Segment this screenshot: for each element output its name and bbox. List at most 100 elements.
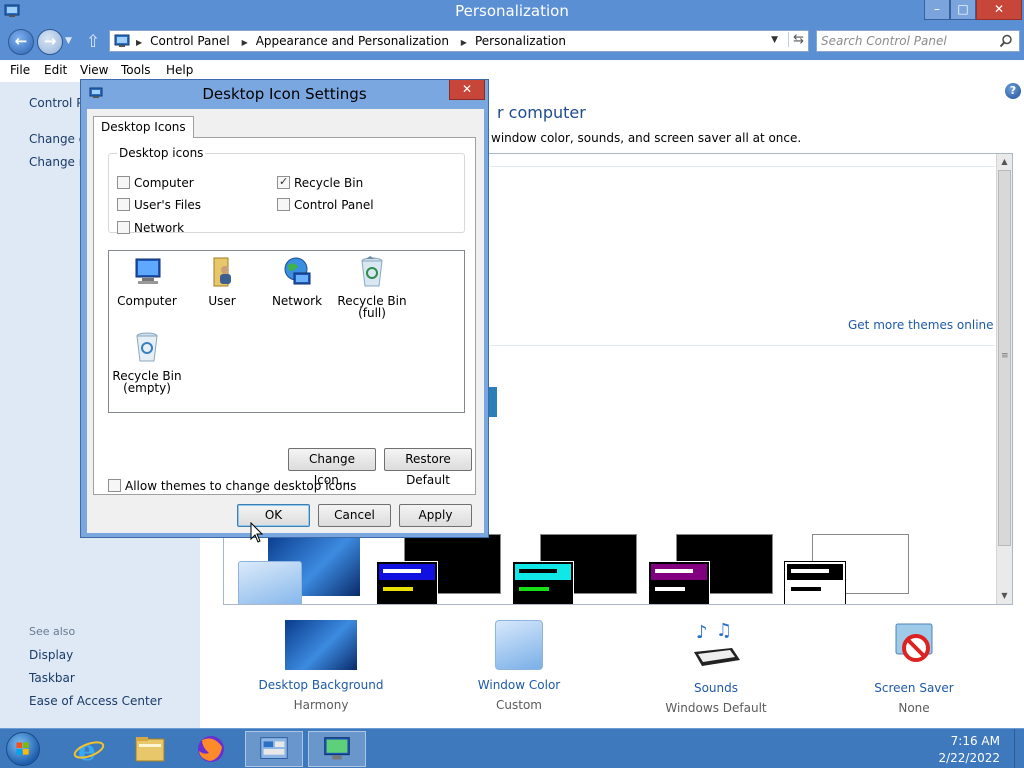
theme-harmony-window-preview [238, 561, 302, 604]
allow-themes-checkbox[interactable]: Allow themes to change desktop icons [108, 479, 356, 493]
address-chevron-down-icon[interactable]: ▼ [771, 35, 778, 45]
recycle-bin-checkbox[interactable]: ✓ Recycle Bin [277, 175, 363, 190]
refresh-icon[interactable]: ⇆ [788, 32, 804, 47]
get-more-themes-link[interactable]: Get more themes online [848, 318, 994, 332]
breadcrumb-chevron-icon[interactable]: ▶ [461, 38, 467, 47]
up-arrow-icon[interactable]: ⇧ [86, 32, 100, 52]
checkbox-box[interactable] [108, 479, 121, 492]
window-color-item[interactable]: Window Color Custom [439, 620, 599, 712]
recycle-bin-full-icon-item[interactable]: Recycle Bin (full) [334, 255, 410, 319]
desktop-background-thumbnail[interactable] [285, 620, 357, 670]
taskbar-file-explorer[interactable] [121, 731, 179, 767]
dialog-close-button[interactable]: ✕ [449, 80, 485, 100]
svg-text:♫: ♫ [716, 620, 732, 641]
desktop-icon-settings-icon [324, 737, 350, 760]
tab-panel: Desktop icons Computer ✓ Recycle Bin User… [93, 137, 476, 495]
user-icon-item[interactable]: User [184, 255, 260, 307]
address-bar[interactable]: ▶ Control Panel ▶ Appearance and Personali… [109, 30, 809, 52]
desktop-background-value: Harmony [293, 698, 349, 712]
theme-high-contrast-1-window [376, 561, 438, 604]
recycle-bin-empty-icon-item[interactable]: Recycle Bin (empty) [109, 330, 185, 394]
icon-label: Computer [117, 294, 177, 308]
search-icon[interactable] [999, 34, 1013, 48]
scroll-down-icon[interactable]: ▼ [997, 591, 1012, 600]
checkbox-label: Computer [134, 176, 194, 190]
control-panel-checkbox[interactable]: Control Panel [277, 198, 374, 212]
recent-pages-chevron-down-icon[interactable]: ▼ [65, 36, 72, 46]
screen-saver-label[interactable]: Screen Saver [834, 681, 994, 695]
themes-divider [490, 345, 995, 346]
search-box[interactable] [816, 30, 1020, 52]
breadcrumb-control-panel[interactable]: Control Panel [150, 34, 230, 48]
taskbar-internet-explorer[interactable]: e [60, 731, 118, 767]
svg-text:♪: ♪ [696, 622, 708, 643]
menu-help[interactable]: Help [166, 63, 193, 77]
computer-checkbox[interactable]: Computer [117, 176, 194, 190]
breadcrumb-chevron-icon[interactable]: ▶ [136, 38, 142, 47]
taskbar-firefox[interactable] [182, 731, 240, 767]
dialog-body: Desktop Icons Desktop icons Computer ✓ Re… [87, 109, 484, 533]
minimize-button[interactable]: – [924, 0, 950, 20]
control-panel-home-link[interactable]: Control P [29, 96, 83, 110]
ease-of-access-link[interactable]: Ease of Access Center [29, 694, 162, 708]
menu-file[interactable]: File [10, 63, 30, 77]
window-color-thumbnail[interactable] [495, 620, 543, 670]
control-panel-icon [260, 737, 288, 759]
clock-date[interactable]: 2/22/2022 [938, 751, 1000, 765]
menu-edit[interactable]: Edit [44, 63, 67, 77]
change-icon-button[interactable]: Change Icon... [288, 448, 376, 487]
computer-icon-item[interactable]: Computer [109, 255, 185, 307]
restore-default-button[interactable]: Restore Default [384, 448, 472, 487]
folder-icon [135, 737, 165, 762]
desktop-background-item[interactable]: Desktop Background Harmony [241, 620, 401, 712]
network-checkbox[interactable]: Network [117, 221, 184, 235]
desktop-background-label[interactable]: Desktop Background [241, 678, 401, 692]
forward-button[interactable]: → [37, 29, 63, 55]
breadcrumb-appearance[interactable]: Appearance and Personalization [256, 34, 449, 48]
show-desktop-button[interactable] [1014, 729, 1024, 768]
themes-scrollbar[interactable]: ▲ ≡ ▼ [996, 154, 1012, 604]
close-button[interactable]: ✕ [976, 0, 1022, 20]
checkbox-box[interactable] [277, 198, 290, 211]
taskbar: e 7:16 AM 2/22/2022 [0, 728, 1024, 768]
title-bar: Personalization – □ ✕ [0, 0, 1024, 24]
display-link[interactable]: Display [29, 648, 73, 662]
window-color-label[interactable]: Window Color [439, 678, 599, 692]
scroll-up-icon[interactable]: ▲ [997, 157, 1012, 166]
checkbox-box[interactable] [117, 176, 130, 189]
users-files-checkbox[interactable]: User's Files [117, 198, 201, 212]
ok-button[interactable]: OK [237, 504, 310, 527]
maximize-button[interactable]: □ [950, 0, 976, 20]
search-input[interactable] [821, 33, 991, 49]
change-desktop-icons-link[interactable]: Change d [29, 132, 86, 146]
help-icon[interactable]: ? [1005, 83, 1021, 99]
checkbox-box[interactable] [117, 198, 130, 211]
checkbox-box[interactable] [117, 221, 130, 234]
start-button[interactable] [6, 732, 40, 766]
taskbar-desktop-icon-settings[interactable] [308, 731, 366, 767]
sounds-icon[interactable]: ♪ ♫ [680, 620, 752, 670]
icon-label-sub: (full) [358, 306, 386, 320]
taskbar-link[interactable]: Taskbar [29, 671, 75, 685]
icon-label: Network [271, 294, 323, 308]
screen-saver-icon[interactable] [878, 620, 950, 670]
clock-time[interactable]: 7:16 AM [951, 734, 1000, 748]
back-button[interactable]: ← [8, 29, 34, 55]
checkbox-box[interactable]: ✓ [277, 175, 290, 189]
cancel-button[interactable]: Cancel [318, 504, 391, 527]
menu-tools[interactable]: Tools [121, 63, 151, 77]
menu-view[interactable]: View [80, 63, 108, 77]
breadcrumb: ▶ Control Panel ▶ Appearance and Personali… [134, 34, 566, 48]
tab-desktop-icons[interactable]: Desktop Icons [93, 116, 194, 138]
breadcrumb-chevron-icon[interactable]: ▶ [242, 38, 248, 47]
taskbar-control-panel[interactable] [245, 731, 303, 767]
breadcrumb-personalization[interactable]: Personalization [475, 34, 566, 48]
apply-button[interactable]: Apply [399, 504, 472, 527]
desktop-icons-list[interactable]: Computer User Network Recycle Bin (full)… [108, 250, 465, 413]
sounds-label[interactable]: Sounds [636, 681, 796, 695]
checkbox-label: Allow themes to change desktop icons [125, 479, 357, 493]
screen-saver-item[interactable]: Screen Saver None [834, 620, 994, 715]
sounds-item[interactable]: ♪ ♫ Sounds Windows Default [636, 620, 796, 715]
sounds-value: Windows Default [665, 701, 767, 715]
network-icon-item[interactable]: Network [259, 255, 335, 307]
